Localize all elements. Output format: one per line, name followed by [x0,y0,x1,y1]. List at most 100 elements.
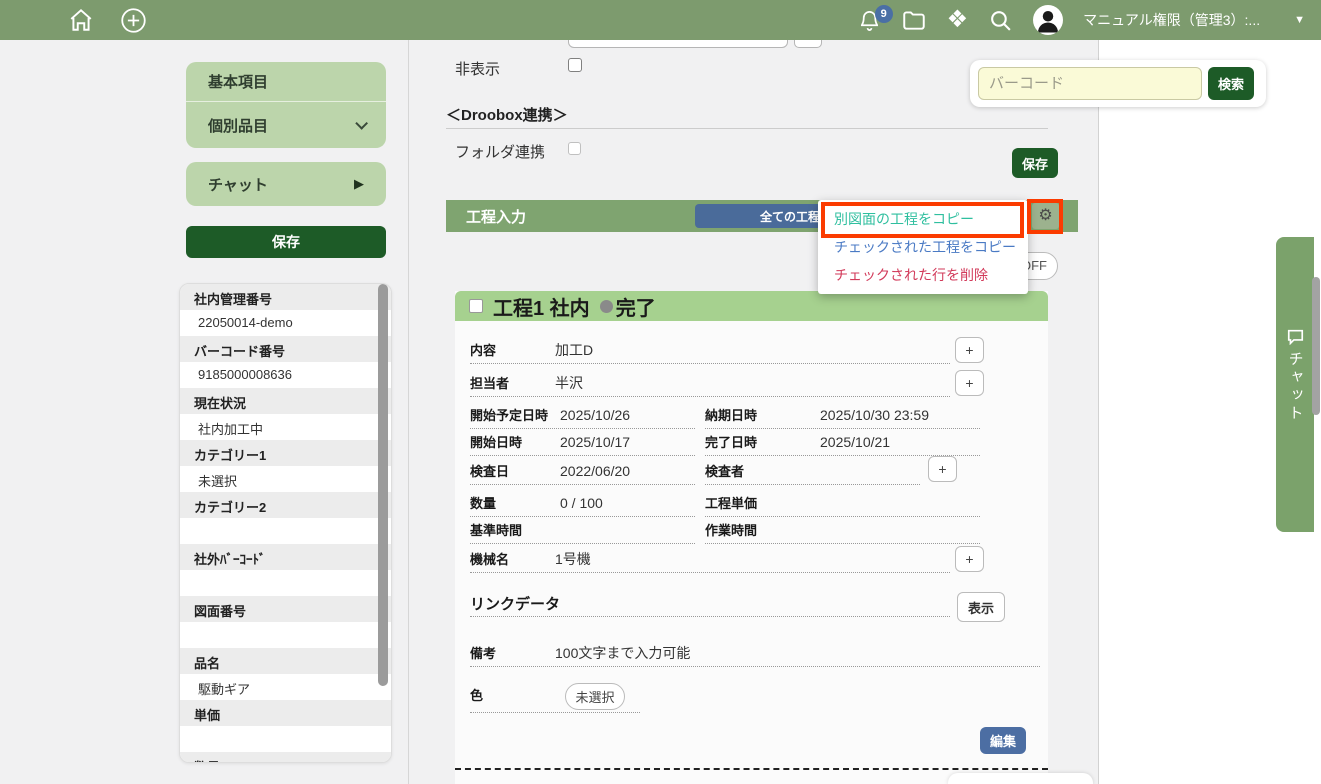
chat-bubble-icon [1287,329,1304,345]
field-value[interactable]: 未選択 [180,466,391,492]
field-inspector[interactable]: 検査者 [705,461,920,485]
process-1-title: 工程1 社内 [493,292,590,321]
search-icon[interactable] [988,8,1013,33]
panel-scrollbar[interactable] [378,284,388,686]
field-machine-label: 機械名 [470,549,555,568]
hidden-checkbox[interactable] [568,58,582,72]
notification-badge: 9 [875,5,893,23]
item-summary-panel: 社内管理番号 22050014-demo バーコード番号 91850000086… [179,283,392,763]
folder-link-label: フォルダ連携 [455,141,545,162]
dropbox-icon[interactable]: ❖ [947,8,969,32]
field-machine[interactable]: 機械名1号機 [470,549,950,573]
field-remarks-value: 100文字まで入力可能 [555,645,690,661]
field-naiyo[interactable]: 内容加工D [470,340,950,364]
field-value[interactable]: 22050014-demo [180,310,391,336]
field-label: 基準時間 [470,520,560,539]
field-work-time[interactable]: 作業時間 [705,520,980,544]
menu-item-copy-other-drawing[interactable]: 別図面の工程をコピー [818,209,1028,229]
field-label: 数量 [470,493,560,512]
field-start-planned[interactable]: 開始予定日時2025/10/26 [470,405,695,429]
barcode-search-card: 検索 [970,60,1266,107]
main-save-button[interactable]: 保存 [1012,148,1058,178]
field-value[interactable] [180,570,391,596]
gear-icon[interactable]: ⚙ [1032,203,1059,229]
sidebar-save-button[interactable]: 保存 [186,226,386,258]
field-tanto-value: 半沢 [555,375,583,391]
field-label: 完了日時 [705,432,820,451]
chevron-down-icon [355,117,368,130]
barcode-input[interactable] [978,67,1202,100]
field-label: カテゴリー1 [180,440,391,466]
tanto-plus-button[interactable]: + [955,370,984,396]
field-label: 現在状況 [180,388,391,414]
field-link-data-label: リンクデータ [470,593,560,614]
process-input-title: 工程入力 [466,206,526,227]
sidebar-item-chat[interactable]: チャット ▶ [186,162,386,206]
avatar[interactable] [1033,5,1063,35]
field-link-data: リンクデータ [470,593,950,617]
status-dot-icon [600,300,613,313]
folder-link-checkbox[interactable] [568,142,581,155]
menu-item-delete-checked-rows[interactable]: チェックされた行を削除 [818,265,1028,285]
edit-button[interactable]: 編集 [980,727,1026,754]
field-start[interactable]: 開始日時2025/10/17 [470,432,695,456]
menu-icon[interactable] [18,12,42,28]
menu-item-copy-checked-process[interactable]: チェックされた工程をコピー [818,237,1028,257]
field-remarks-label: 備考 [470,643,555,662]
process-1-header: 工程1 社内 完了 [455,291,1048,321]
sidebar-item-basic-label: 基本項目 [208,71,268,92]
droobox-heading: ＜Droobox連携＞ [446,104,568,125]
field-value[interactable] [180,518,391,544]
field-label: カテゴリー2 [180,492,391,518]
sidebar-item-basic[interactable]: 基本項目 [186,62,386,102]
field-due[interactable]: 納期日時2025/10/30 23:59 [705,405,980,429]
naiyo-plus-button[interactable]: + [955,337,984,363]
notifications-icon[interactable]: 9 [858,9,881,32]
field-remarks[interactable]: 備考100文字まで入力可能 [470,643,1040,667]
color-select-pill[interactable]: 未選択 [565,683,625,710]
field-value: 2025/10/26 [560,407,630,423]
field-value[interactable]: 9185000008636 [180,362,391,388]
home-icon[interactable] [68,7,94,33]
field-naiyo-value: 加工D [555,342,593,358]
field-label: 開始日時 [470,432,560,451]
window-scrollbar-thumb[interactable] [1312,277,1320,415]
chat-side-tab[interactable]: チャット [1276,237,1314,532]
inspector-plus-button[interactable]: + [928,456,957,482]
sidebar-item-individual-label: 個別品目 [208,115,268,136]
field-complete[interactable]: 完了日時2025/10/21 [705,432,980,456]
hidden-label: 非表示 [455,58,500,79]
process-1-checkbox[interactable] [469,299,483,313]
app-root: 9 ❖ マニュアル権限（管理3）:... ▼ 基本項目 個別品目 チャ [0,0,1321,784]
field-value: 2022/06/20 [560,463,630,479]
field-label: 検査日 [470,461,560,480]
add-icon[interactable] [120,7,147,34]
folder-icon[interactable] [901,7,927,33]
droobox-divider [446,128,1048,129]
chevron-right-icon: ▶ [354,176,364,192]
field-value[interactable] [180,726,391,752]
field-inspect-date[interactable]: 検査日2022/06/20 [470,461,695,485]
field-process-price[interactable]: 工程単価 [705,493,980,517]
field-label: 作業時間 [705,520,820,539]
field-label: 検査者 [705,461,820,480]
field-value[interactable]: 駆動ギア [180,674,391,700]
link-data-show-button[interactable]: 表示 [957,592,1005,622]
barcode-search-button[interactable]: 検索 [1208,67,1254,100]
field-label: 納期日時 [705,405,820,424]
field-color-label: 色 [470,685,555,704]
account-name[interactable]: マニュアル権限（管理3）:... [1083,10,1260,30]
field-label: 品名 [180,648,391,674]
field-quantity[interactable]: 数量0 / 100 [470,493,695,517]
field-label: 社外ﾊﾞｰｺｰﾄﾞ [180,544,391,570]
field-value[interactable] [180,622,391,648]
field-standard-time[interactable]: 基準時間 [470,520,695,544]
field-value: 2025/10/21 [820,434,890,450]
field-value[interactable]: 社内加工中 [180,414,391,440]
field-label: 数量 [180,752,391,763]
machine-plus-button[interactable]: + [955,546,984,572]
sidebar-item-individual[interactable]: 個別品目 [186,102,386,148]
next-card-peek [948,773,1093,784]
field-tanto[interactable]: 担当者半沢 [470,373,950,397]
account-caret-icon[interactable]: ▼ [1294,14,1305,26]
